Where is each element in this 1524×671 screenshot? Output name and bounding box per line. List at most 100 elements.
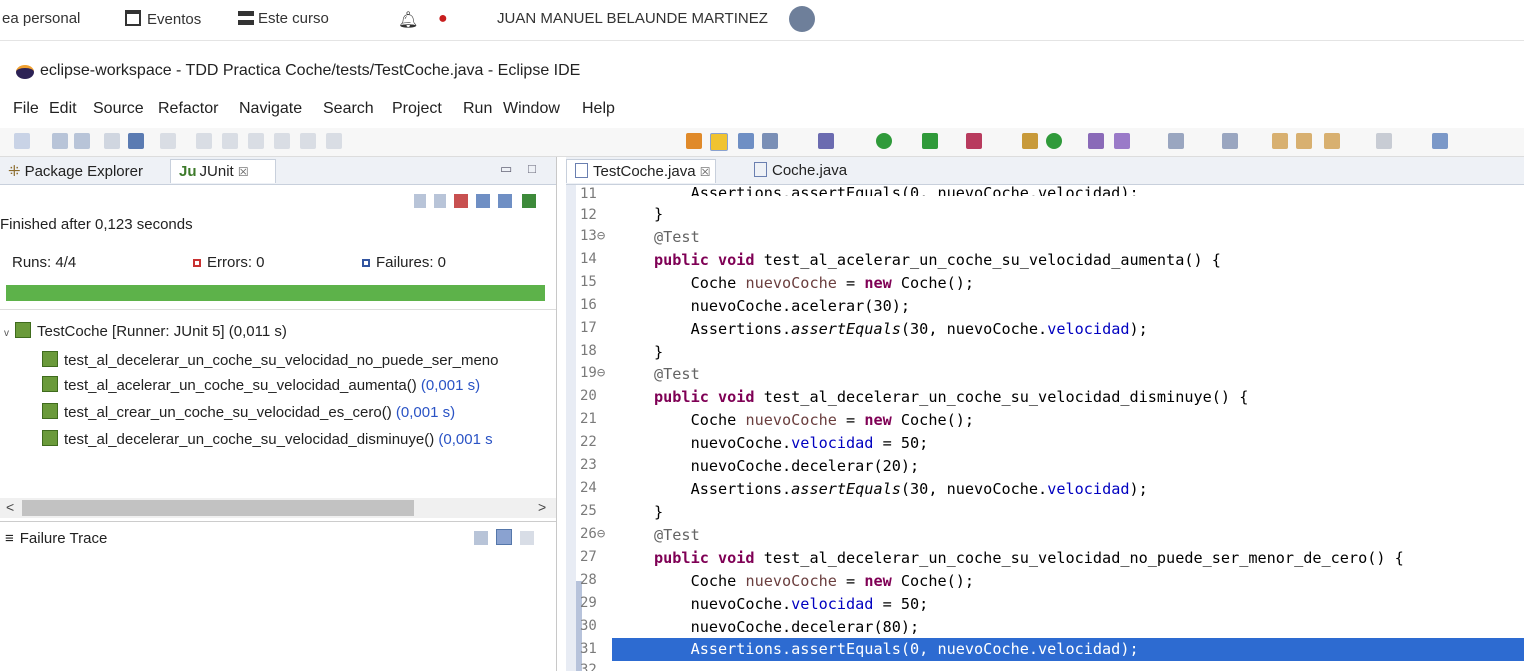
tab-coche-java[interactable]: Coche.java bbox=[746, 159, 855, 183]
new-icon[interactable] bbox=[14, 133, 30, 149]
rerun-icon[interactable] bbox=[498, 194, 512, 208]
tab-package-explorer[interactable]: ⁜ Package Explorer bbox=[0, 159, 151, 183]
perspective-icon[interactable] bbox=[1432, 133, 1448, 149]
menu-run[interactable]: Run bbox=[463, 100, 492, 118]
show-failures-only-icon[interactable] bbox=[454, 194, 468, 208]
area-personal-link[interactable]: ea personal bbox=[2, 10, 80, 27]
code-line[interactable]: public void test_al_decelerar_un_coche_s… bbox=[654, 388, 1248, 406]
scroll-left-icon[interactable]: < bbox=[6, 499, 14, 515]
new-package-icon[interactable] bbox=[1022, 133, 1038, 149]
test-row[interactable]: test_al_decelerar_un_coche_su_velocidad_… bbox=[42, 351, 554, 369]
pin-icon[interactable] bbox=[160, 133, 176, 149]
menu-refactor[interactable]: Refactor bbox=[158, 100, 218, 118]
scrollbar-thumb[interactable] bbox=[22, 500, 414, 516]
menu-navigate[interactable]: Navigate bbox=[239, 100, 302, 118]
menu-file[interactable]: File bbox=[13, 100, 39, 118]
tree-icon-5[interactable] bbox=[300, 133, 316, 149]
prev-failure-icon[interactable] bbox=[434, 194, 446, 208]
whitespace-icon[interactable] bbox=[762, 133, 778, 149]
code-line[interactable]: nuevoCoche.decelerar(20); bbox=[654, 457, 920, 475]
tree-icon-1[interactable] bbox=[196, 133, 212, 149]
save-all-icon[interactable] bbox=[74, 133, 90, 149]
forward-icon[interactable] bbox=[1324, 133, 1340, 149]
test-row[interactable]: test_al_acelerar_un_coche_su_velocidad_a… bbox=[42, 376, 480, 394]
maximize-icon[interactable]: □ bbox=[528, 161, 536, 176]
code-line[interactable]: } bbox=[654, 343, 663, 361]
external-tools-icon[interactable] bbox=[966, 133, 982, 149]
user-name[interactable]: JUAN MANUEL BELAUNDE MARTINEZ bbox=[497, 10, 768, 27]
search-icon[interactable] bbox=[1114, 133, 1130, 149]
line-number[interactable]: 26⊖ bbox=[580, 526, 612, 542]
bell-icon[interactable]: 🔔︎ bbox=[398, 10, 418, 30]
tab-junit[interactable]: Ju JUnit ☒ bbox=[170, 159, 276, 183]
chevron-down-icon[interactable]: v bbox=[4, 328, 9, 339]
tree-icon-6[interactable] bbox=[326, 133, 342, 149]
stack-filter-icon[interactable] bbox=[474, 531, 488, 545]
test-history-icon[interactable] bbox=[522, 194, 536, 208]
chat-icon[interactable]: ● bbox=[438, 10, 448, 28]
code-line[interactable]: nuevoCoche.acelerar(30); bbox=[654, 297, 910, 315]
code-line[interactable]: @Test bbox=[654, 526, 700, 544]
run-icon[interactable] bbox=[876, 133, 892, 149]
next-failure-icon[interactable] bbox=[414, 194, 426, 208]
avatar[interactable] bbox=[789, 6, 815, 32]
course-link[interactable]: Este curso bbox=[238, 10, 329, 27]
code-line[interactable]: nuevoCoche.velocidad = 50; bbox=[654, 434, 929, 452]
code-line[interactable]: @Test bbox=[654, 365, 700, 383]
scroll-right-icon[interactable]: > bbox=[538, 499, 546, 515]
code-line[interactable]: } bbox=[654, 205, 663, 223]
console-icon[interactable] bbox=[128, 133, 144, 149]
coverage-icon[interactable] bbox=[922, 133, 938, 149]
menu-edit[interactable]: Edit bbox=[49, 100, 77, 118]
open-type-icon[interactable] bbox=[1088, 133, 1104, 149]
code-line[interactable]: public void test_al_acelerar_un_coche_su… bbox=[654, 251, 1221, 269]
suite-row[interactable]: v TestCoche [Runner: JUnit 5] (0,011 s) bbox=[4, 322, 287, 340]
code-line[interactable]: @Test bbox=[654, 228, 700, 246]
test-row[interactable]: test_al_crear_un_coche_su_velocidad_es_c… bbox=[42, 403, 455, 421]
code-line[interactable]: Assertions.assertEquals(30, nuevoCoche.v… bbox=[654, 480, 1148, 498]
menu-project[interactable]: Project bbox=[392, 100, 442, 118]
code-line[interactable]: Coche nuevoCoche = new Coche(); bbox=[654, 411, 974, 429]
forward-grey-icon[interactable] bbox=[1376, 133, 1392, 149]
code-line[interactable]: Assertions.assertEquals(30, nuevoCoche.v… bbox=[654, 320, 1148, 338]
tab-testcoche-java[interactable]: TestCoche.java ☒ bbox=[566, 159, 716, 183]
menu-help[interactable]: Help bbox=[582, 100, 615, 118]
last-edit-icon[interactable] bbox=[1272, 133, 1288, 149]
block-select-icon[interactable] bbox=[738, 133, 754, 149]
code-line[interactable]: public void test_al_decelerar_un_coche_s… bbox=[654, 549, 1404, 567]
code-line[interactable]: Coche nuevoCoche = new Coche(); bbox=[654, 274, 974, 292]
code-line[interactable]: nuevoCoche.decelerar(80); bbox=[654, 618, 920, 636]
menu-search[interactable]: Search bbox=[323, 100, 374, 118]
minimize-icon[interactable]: ▭ bbox=[500, 161, 512, 177]
close-icon[interactable]: ☒ bbox=[700, 165, 711, 179]
code-line-selected[interactable]: Assertions.assertEquals(0, nuevoCoche.ve… bbox=[654, 640, 1139, 658]
menu-source[interactable]: Source bbox=[93, 100, 144, 118]
new-class-icon[interactable] bbox=[1046, 133, 1062, 149]
line-number: 22 bbox=[580, 434, 597, 450]
test-row[interactable]: test_al_decelerar_un_coche_su_velocidad_… bbox=[42, 430, 554, 448]
tree-icon-3[interactable] bbox=[248, 133, 264, 149]
next-annotation-icon[interactable] bbox=[1168, 133, 1184, 149]
line-number[interactable]: 19⊖ bbox=[580, 365, 612, 381]
binary-icon[interactable] bbox=[104, 133, 120, 149]
mark-occurrences-icon[interactable] bbox=[710, 133, 728, 151]
light-icon[interactable] bbox=[686, 133, 702, 149]
tree-icon-2[interactable] bbox=[222, 133, 238, 149]
code-line[interactable]: } bbox=[654, 503, 663, 521]
back-icon[interactable] bbox=[1296, 133, 1312, 149]
debug-icon[interactable] bbox=[818, 133, 834, 149]
scroll-lock-icon[interactable] bbox=[476, 194, 490, 208]
horizontal-scrollbar[interactable]: < > bbox=[0, 498, 556, 518]
code-line[interactable]: nuevoCoche.velocidad = 50; bbox=[654, 595, 929, 613]
close-icon[interactable]: ☒ bbox=[238, 165, 249, 179]
line-number[interactable]: 13⊖ bbox=[580, 228, 612, 244]
code-line[interactable]: Coche nuevoCoche = new Coche(); bbox=[654, 572, 974, 590]
tree-icon-4[interactable] bbox=[274, 133, 290, 149]
save-icon[interactable] bbox=[52, 133, 68, 149]
code-line[interactable]: Assertions.assertEquals(0, nuevoCoche.ve… bbox=[654, 184, 1139, 196]
events-link[interactable]: Eventos bbox=[125, 10, 201, 28]
prev-annotation-icon[interactable] bbox=[1222, 133, 1238, 149]
compare-icon[interactable] bbox=[520, 531, 534, 545]
filter-trace-icon[interactable] bbox=[496, 529, 512, 545]
menu-window[interactable]: Window bbox=[503, 100, 560, 118]
